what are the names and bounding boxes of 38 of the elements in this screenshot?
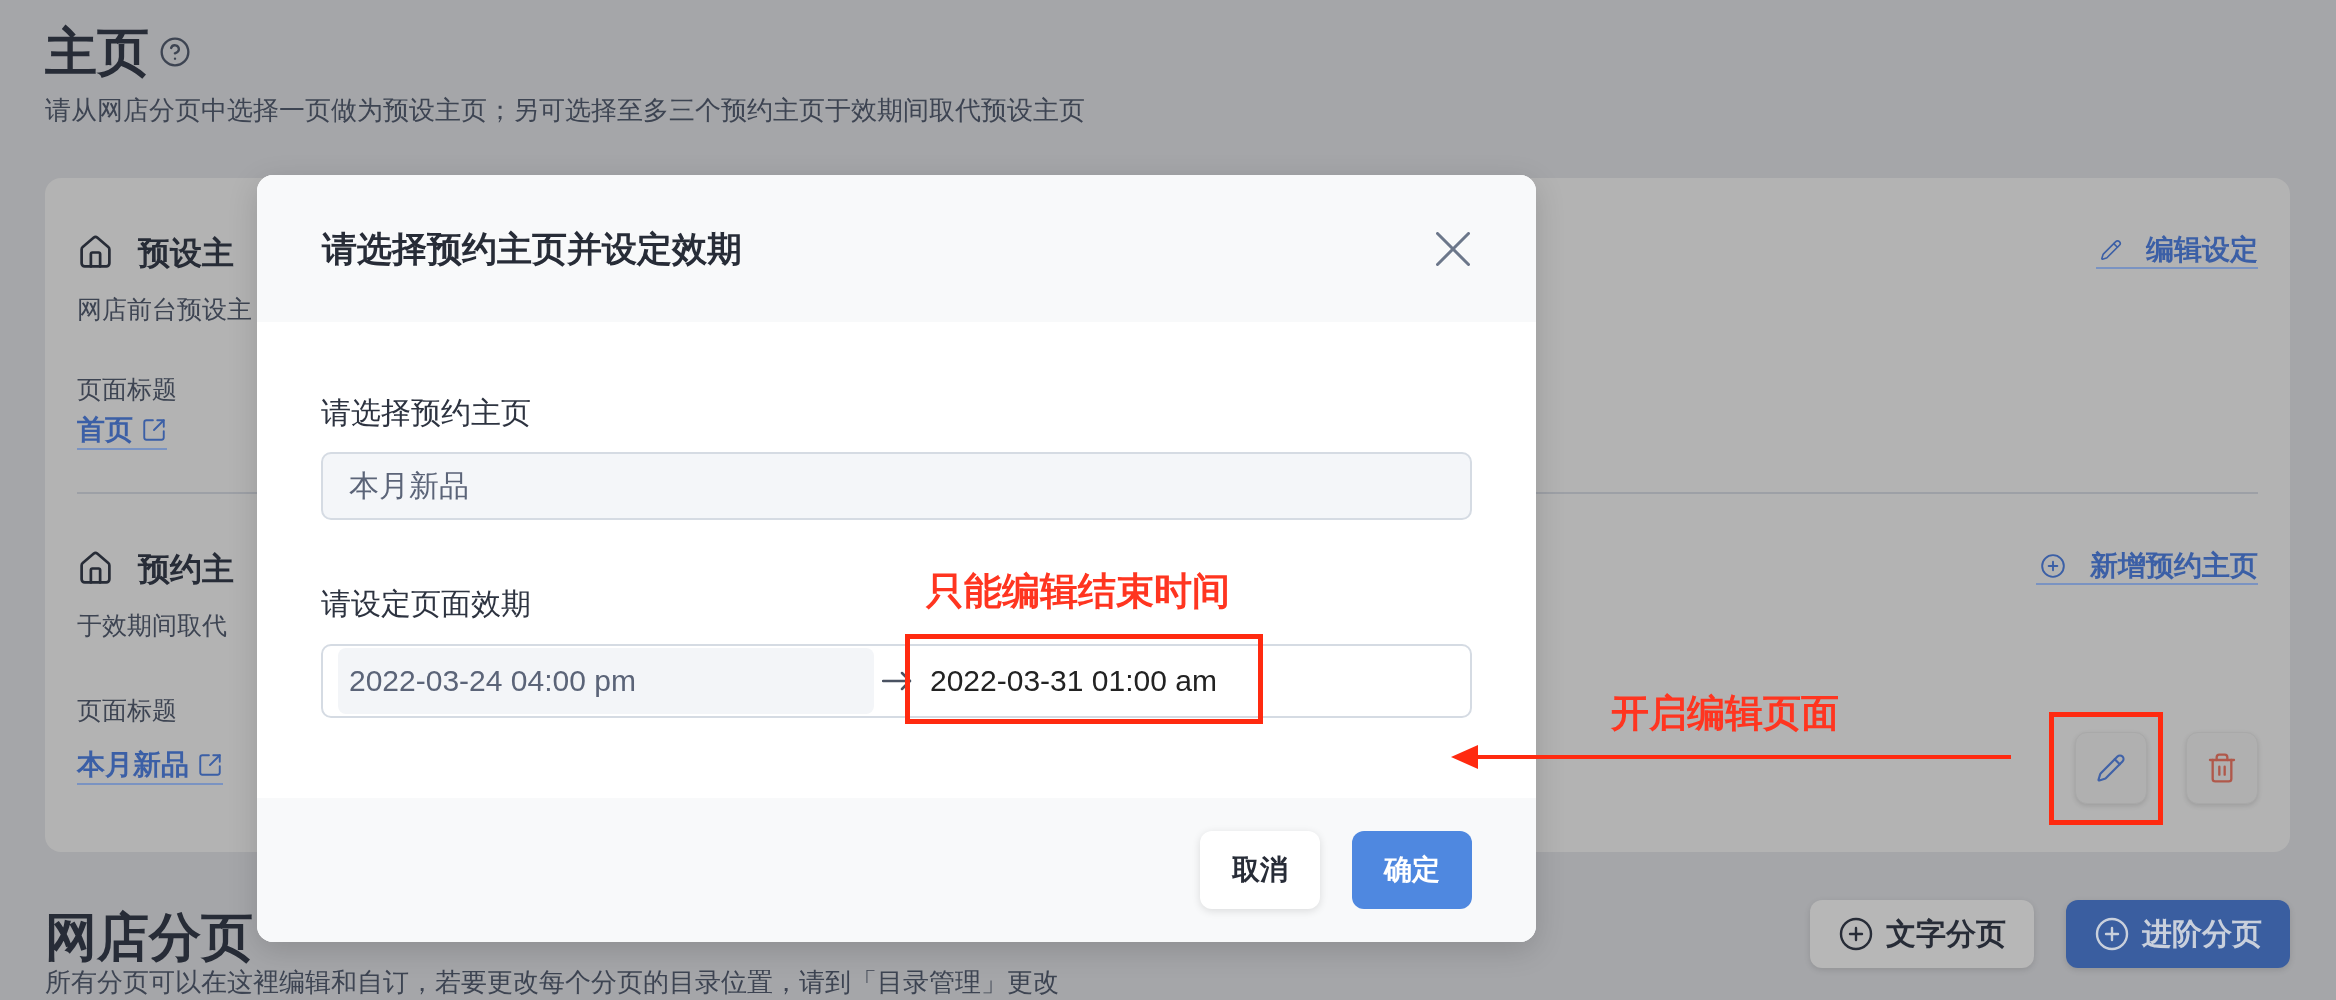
external-link-icon [197,752,223,778]
cancel-button[interactable]: 取消 [1200,831,1320,909]
section-heading: 网店分页 [45,911,253,963]
page-link[interactable]: 本月新品 [77,751,223,785]
plus-circle-icon [2040,553,2066,579]
home-icon [77,550,114,587]
delete-button[interactable] [2186,732,2258,804]
home-icon [77,234,114,271]
page-title: 主页 [45,26,149,78]
plus-circle-icon [2094,916,2130,952]
pencil-icon [2096,753,2126,783]
field-label: 页面标题 [77,698,177,723]
section-description: 所有分页可以在这裡编辑和自订，若要更改每个分页的目录位置，请到「目录管理」更改 [45,969,1059,995]
page-link[interactable]: 首页 [77,416,167,450]
section-description: 网店前台预设主 [77,297,252,322]
pencil-icon [2100,239,2122,261]
annotation-text: 开启编辑页面 [1611,694,1839,732]
help-icon[interactable] [159,36,191,68]
trash-icon [2206,752,2238,784]
annotation-text: 只能编辑结束时间 [926,572,1230,610]
field-label: 请设定页面效期 [321,589,531,619]
field-label: 页面标题 [77,377,177,402]
add-page-button[interactable]: 文字分页 [1810,900,2034,968]
section-title: 预约主 [138,552,234,585]
section-title: 预设主 [138,236,234,269]
section-description: 于效期间取代 [77,613,227,638]
external-link-icon [141,417,167,443]
field-label: 请选择预约主页 [321,398,531,428]
edit-settings-link[interactable]: 编辑设定 [2096,236,2258,269]
close-icon[interactable] [1436,231,1470,266]
page-subtitle: 请从网店分页中选择一页做为预设主页；另可选择至多三个预约主页于效期间取代预设主页 [45,97,1085,123]
add-page-button[interactable]: 进阶分页 [2066,900,2290,968]
add-schedule-link[interactable]: 新增预约主页 [2036,552,2258,585]
arrow-right-icon [882,671,912,691]
plus-circle-icon [1838,916,1874,952]
dialog-title: 请选择预约主页并设定效期 [322,231,742,266]
edit-button[interactable] [2075,732,2147,804]
confirm-button[interactable]: 确定 [1352,831,1472,909]
